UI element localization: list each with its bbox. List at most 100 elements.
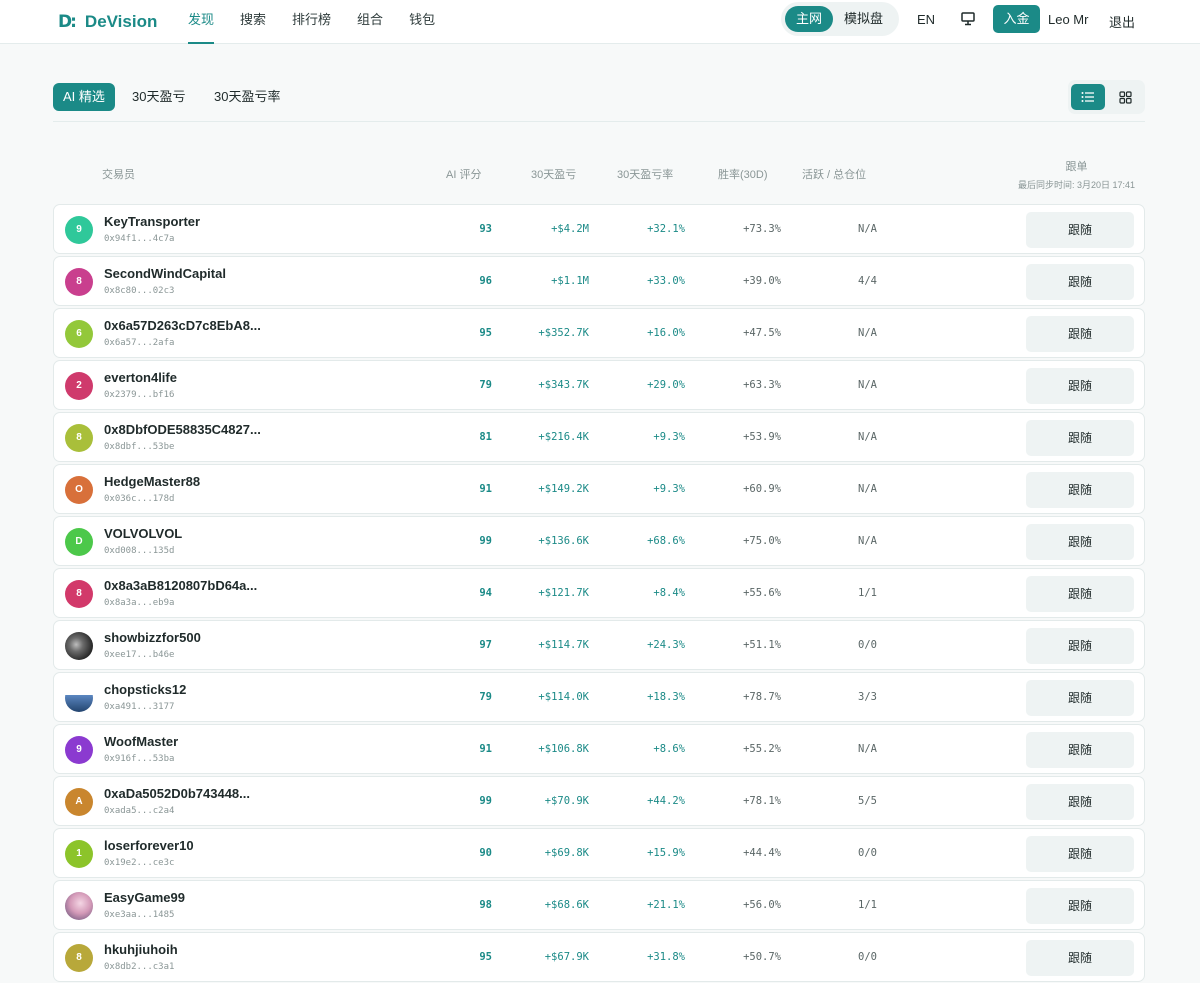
deposit-button[interactable]: 入金	[993, 5, 1040, 33]
trader-row[interactable]: 8 SecondWindCapital 0x8c80...02c3 96 +$1.1M +…	[53, 256, 1145, 306]
trader-row[interactable]: EasyGame99 0xe3aa...1485 98 +$68.6K +21.1% +5…	[53, 880, 1145, 930]
trader-name[interactable]: VOLVOLVOL	[104, 526, 182, 541]
pnl-rate-30d-cell: +9.3%	[653, 483, 685, 495]
trader-row[interactable]: A 0xaDa5052D0b743448... 0xada5...c2a4 99 +$7…	[53, 776, 1145, 826]
trader-row[interactable]: chopsticks12 0xa491...3177 79 +$114.0K +18.3…	[53, 672, 1145, 722]
nav-portfolio[interactable]: 组合	[357, 0, 383, 44]
pnl-30d-cell: +$69.8K	[544, 847, 589, 859]
trader-avatar: A	[65, 788, 93, 816]
trader-name[interactable]: 0x8a3aB8120807bD64a...	[104, 578, 257, 593]
win-rate-cell: +44.4%	[743, 847, 781, 859]
pnl-30d-cell: +$1.1M	[551, 275, 589, 287]
table-header: 交易员 AI 评分 30天盈亏 30天盈亏率 胜率(30D) 活跃 / 总仓位 …	[53, 152, 1145, 192]
pnl-30d-cell: +$352.7K	[538, 327, 589, 339]
trader-row[interactable]: 8 0x8a3aB8120807bD64a... 0x8a3a...eb9a 94 +$…	[53, 568, 1145, 618]
pnl-30d-cell: +$70.9K	[544, 795, 589, 807]
nav-leaderboard[interactable]: 排行榜	[292, 0, 331, 44]
trader-name[interactable]: EasyGame99	[104, 890, 185, 905]
trader-row[interactable]: 8 0x8DbfODE58835C4827... 0x8dbf...53be 81 +$…	[53, 412, 1145, 462]
pnl-30d-cell: +$149.2K	[538, 483, 589, 495]
pnl-rate-30d-cell: +29.0%	[647, 379, 685, 391]
language-switch[interactable]: EN	[917, 12, 935, 27]
trader-row[interactable]: 2 everton4life 0x2379...bf16 79 +$343.7K +29.…	[53, 360, 1145, 410]
header-follow-label: 跟单	[1065, 161, 1088, 173]
follow-button[interactable]: 跟随	[1026, 472, 1134, 508]
header-ai-score[interactable]: AI 评分	[446, 166, 481, 182]
trader-name[interactable]: 0xaDa5052D0b743448...	[104, 786, 250, 801]
mainnet-button[interactable]: 主网	[785, 6, 834, 32]
pnl-rate-30d-cell: +15.9%	[647, 847, 685, 859]
follow-button[interactable]: 跟随	[1026, 836, 1134, 872]
tab-30d-pnl[interactable]: 30天盈亏	[132, 83, 185, 111]
trader-name[interactable]: HedgeMaster88	[104, 474, 200, 489]
trader-name[interactable]: 0x6a57D263cD7c8EbA8...	[104, 318, 261, 333]
tab-ai-picks[interactable]: AI 精选	[53, 83, 115, 111]
trader-row[interactable]: 1 loserforever10 0x19e2...ce3c 90 +$69.8K +15…	[53, 828, 1145, 878]
simulation-button[interactable]: 模拟盘	[833, 6, 894, 32]
pnl-30d-cell: +$136.6K	[538, 535, 589, 547]
active-total-cell: N/A	[858, 483, 877, 495]
trader-address: 0x6a57...2afa	[104, 338, 175, 348]
trader-name[interactable]: hkuhjiuhoih	[104, 942, 178, 957]
trader-name[interactable]: everton4life	[104, 370, 177, 385]
follow-button[interactable]: 跟随	[1026, 576, 1134, 612]
trader-row[interactable]: 6 0x6a57D263cD7c8EbA8... 0x6a57...2afa 95 +$…	[53, 308, 1145, 358]
grid-view-button[interactable]	[1108, 84, 1142, 110]
trader-row[interactable]: showbizzfor500 0xee17...b46e 97 +$114.7K +24…	[53, 620, 1145, 670]
trader-avatar	[65, 892, 93, 920]
header-30d-pnl[interactable]: 30天盈亏	[531, 166, 576, 182]
tab-30d-pnl-rate[interactable]: 30天盈亏率	[214, 83, 280, 111]
trader-avatar: O	[65, 476, 93, 504]
monitor-icon[interactable]	[961, 11, 975, 27]
nav-wallet[interactable]: 钱包	[409, 0, 435, 44]
follow-button[interactable]: 跟随	[1026, 784, 1134, 820]
follow-button[interactable]: 跟随	[1026, 732, 1134, 768]
header-follow: 跟单 最后同步时间: 3月20日 17:41	[1018, 158, 1135, 191]
trader-row[interactable]: O HedgeMaster88 0x036c...178d 91 +$149.2K +9.…	[53, 464, 1145, 514]
trader-name[interactable]: WoofMaster	[104, 734, 178, 749]
user-name[interactable]: Leo Mr	[1048, 12, 1088, 27]
trader-row[interactable]: 9 KeyTransporter 0x94f1...4c7a 93 +$4.2M +32.…	[53, 204, 1145, 254]
trader-avatar: 8	[65, 580, 93, 608]
follow-button[interactable]: 跟随	[1026, 368, 1134, 404]
nav-search[interactable]: 搜索	[240, 0, 266, 44]
active-total-cell: 1/1	[858, 587, 877, 599]
trader-row[interactable]: 8 hkuhjiuhoih 0x8db2...c3a1 95 +$67.9K +31.8%…	[53, 932, 1145, 982]
follow-button[interactable]: 跟随	[1026, 940, 1134, 976]
list-view-button[interactable]	[1071, 84, 1105, 110]
header-win-rate[interactable]: 胜率(30D)	[718, 166, 768, 182]
trader-name[interactable]: SecondWindCapital	[104, 266, 226, 281]
follow-button[interactable]: 跟随	[1026, 628, 1134, 664]
follow-button[interactable]: 跟随	[1026, 420, 1134, 456]
follow-button[interactable]: 跟随	[1026, 212, 1134, 248]
pnl-rate-30d-cell: +8.6%	[653, 743, 685, 755]
follow-button[interactable]: 跟随	[1026, 264, 1134, 300]
pnl-rate-30d-cell: +33.0%	[647, 275, 685, 287]
pnl-30d-cell: +$68.6K	[544, 899, 589, 911]
trader-row[interactable]: D VOLVOLVOL 0xd008...135d 99 +$136.6K +68.6% +…	[53, 516, 1145, 566]
trader-address: 0xee17...b46e	[104, 650, 175, 660]
follow-button[interactable]: 跟随	[1026, 888, 1134, 924]
header-active-total[interactable]: 活跃 / 总仓位	[802, 166, 866, 182]
trader-avatar: 8	[65, 424, 93, 452]
main-nav: 发现 搜索 排行榜 组合 钱包	[188, 0, 461, 44]
follow-button[interactable]: 跟随	[1026, 316, 1134, 352]
trader-name[interactable]: KeyTransporter	[104, 214, 200, 229]
trader-name[interactable]: chopsticks12	[104, 682, 186, 697]
nav-discover[interactable]: 发现	[188, 0, 215, 44]
follow-button[interactable]: 跟随	[1026, 524, 1134, 560]
trader-name[interactable]: loserforever10	[104, 838, 194, 853]
ai-score-cell: 99	[479, 795, 492, 807]
header-30d-pnl-rate[interactable]: 30天盈亏率	[617, 166, 673, 182]
ai-score-cell: 91	[479, 743, 492, 755]
logo[interactable]: D: DeVision	[58, 12, 188, 32]
logout-button[interactable]: 退出	[1109, 12, 1135, 31]
trader-row[interactable]: 9 WoofMaster 0x916f...53ba 91 +$106.8K +8.6% +…	[53, 724, 1145, 774]
trader-name[interactable]: showbizzfor500	[104, 630, 201, 645]
pnl-rate-30d-cell: +24.3%	[647, 639, 685, 651]
top-navbar: D: DeVision 发现 搜索 排行榜 组合 钱包 主网 模拟盘 EN 入金…	[0, 0, 1200, 44]
follow-button[interactable]: 跟随	[1026, 680, 1134, 716]
active-total-cell: N/A	[858, 379, 877, 391]
trader-name[interactable]: 0x8DbfODE58835C4827...	[104, 422, 261, 437]
trader-address: 0x8dbf...53be	[104, 442, 175, 452]
